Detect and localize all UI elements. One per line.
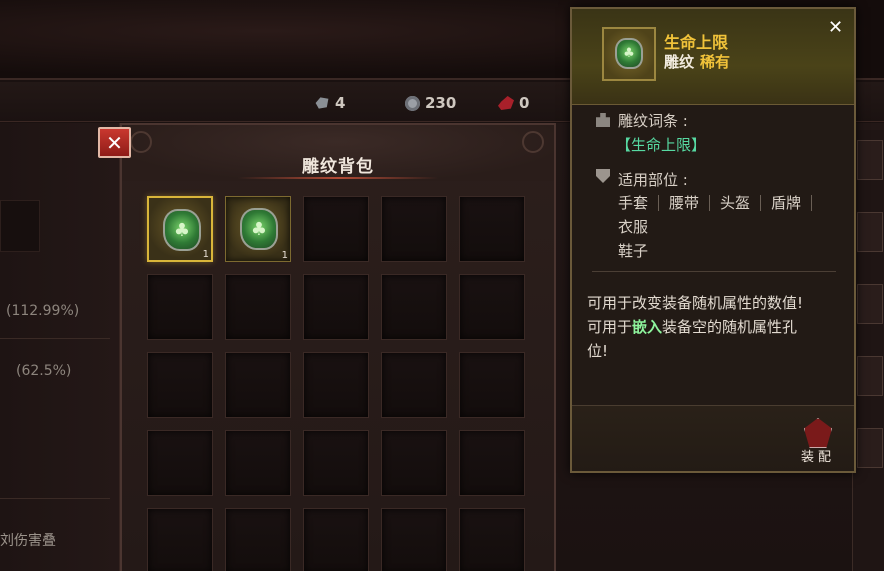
rune-icon: ♣ [615,38,643,69]
shield-icon [596,169,610,183]
rune-slot[interactable] [381,274,447,340]
left-divider [0,338,110,339]
title-divider [238,177,438,179]
slot-label: 适用部位 : [618,171,688,189]
slot-gloves: 手套 [618,194,649,212]
slot-shoes: 鞋子 [618,242,649,260]
rune-tooltip: ♣ 生命上限 雕纹 稀有 ✕ 雕纹词条 : 【生命上限】 适用部位 : 手套 腰带… [570,7,856,473]
rune-type: 雕纹 [664,53,695,71]
gem-icon [405,95,420,111]
rail-icon[interactable] [857,212,883,252]
rune-icon: ♣ [163,209,201,251]
slot-helmet: 头盔 [720,194,751,212]
left-divider [0,498,110,499]
slot-list-row1: 手套 腰带 头盔 盾牌 [618,192,822,213]
rune-slot[interactable] [147,430,213,496]
rune-name: 生命上限 [664,33,729,52]
rune-slot[interactable] [147,352,213,418]
rune-slot[interactable] [225,430,291,496]
currency-blood: 0 [498,94,529,112]
tooltip-footer: 装配 [572,405,854,471]
rune-slot[interactable] [303,196,369,262]
rune-slot[interactable] [459,508,525,571]
slot-belt: 腰带 [669,194,700,212]
separator [658,194,660,211]
rune-slot[interactable] [381,430,447,496]
equip-button[interactable]: 装配 [796,418,840,468]
rune-slot[interactable]: ♣ 1 [225,196,291,262]
rune-slot[interactable] [147,508,213,571]
corner-ornament [522,131,544,153]
right-rail [852,130,884,571]
rune-bag-header: 雕纹背包 [122,125,554,181]
rune-icon: ♣ [240,208,278,250]
tooltip-header: ♣ 生命上限 雕纹 稀有 ✕ [572,9,854,105]
currency-stone: 4 [314,94,345,112]
left-stat-1: (112.99%) [6,303,80,319]
desc-line-2: 可用于嵌入装备空的随机属性孔 [587,316,797,337]
rune-type-line: 雕纹 稀有 [664,51,730,72]
tooltip-divider [592,271,836,272]
left-panel: (112.99%) (62.5%) 刘伤害叠 [0,123,120,571]
affix-label: 雕纹词条 : [618,112,688,130]
slot-clothes: 衣服 [618,218,649,236]
currency-gem: 230 [405,94,456,112]
rail-icon[interactable] [857,356,883,396]
tooltip-close-button[interactable]: ✕ [828,17,843,38]
equip-icon [804,418,832,448]
rail-icon[interactable] [857,284,883,324]
rail-icon[interactable] [857,140,883,180]
stone-icon [315,97,329,109]
rune-slot[interactable] [381,508,447,571]
currency-gem-value: 230 [425,94,457,112]
close-icon: ✕ [106,130,123,155]
rail-icon[interactable] [857,428,883,468]
left-slot [0,200,40,252]
close-bag-button[interactable]: ✕ [98,127,131,158]
rune-slot[interactable] [459,430,525,496]
rune-slot[interactable] [303,430,369,496]
rune-slot[interactable] [459,352,525,418]
blood-icon [498,96,514,110]
desc-line-1: 可用于改变装备随机属性的数值! [587,294,804,312]
left-bottom-text: 刘伤害叠 [0,533,56,549]
desc-line-3: 位! [587,342,609,360]
rune-slot[interactable] [225,508,291,571]
rune-count: 1 [202,249,209,260]
separator [760,194,762,211]
rune-slot[interactable] [147,274,213,340]
separator [811,194,813,211]
rune-bag-title: 雕纹背包 [302,157,374,177]
desc-highlight: 嵌入 [632,318,663,336]
rune-rarity: 稀有 [700,53,731,71]
rune-slot[interactable] [459,274,525,340]
rune-bag-panel: 雕纹背包 [120,123,556,571]
rune-thumbnail: ♣ [602,27,656,81]
desc-text: 装备空的随机属性孔 [662,318,798,336]
rune-slot[interactable] [225,352,291,418]
equip-label: 装配 [800,450,835,465]
left-stat-2: (62.5%) [16,363,72,379]
corner-ornament [130,131,152,153]
rune-slot[interactable] [381,196,447,262]
affix-icon [596,113,610,127]
rune-count: 1 [281,250,288,261]
currency-blood-value: 0 [519,94,530,112]
currency-stone-value: 4 [335,94,346,112]
desc-text: 可用于 [587,318,633,336]
rune-slot[interactable] [381,352,447,418]
rune-slot[interactable] [225,274,291,340]
affix-value: 【生命上限】 [616,136,707,154]
rune-slot[interactable] [459,196,525,262]
slot-shield: 盾牌 [771,194,802,212]
rune-slot[interactable]: ♣ 1 [147,196,213,262]
rune-slot[interactable] [303,274,369,340]
rune-slot[interactable] [303,508,369,571]
separator [709,194,711,211]
rune-slot[interactable] [303,352,369,418]
